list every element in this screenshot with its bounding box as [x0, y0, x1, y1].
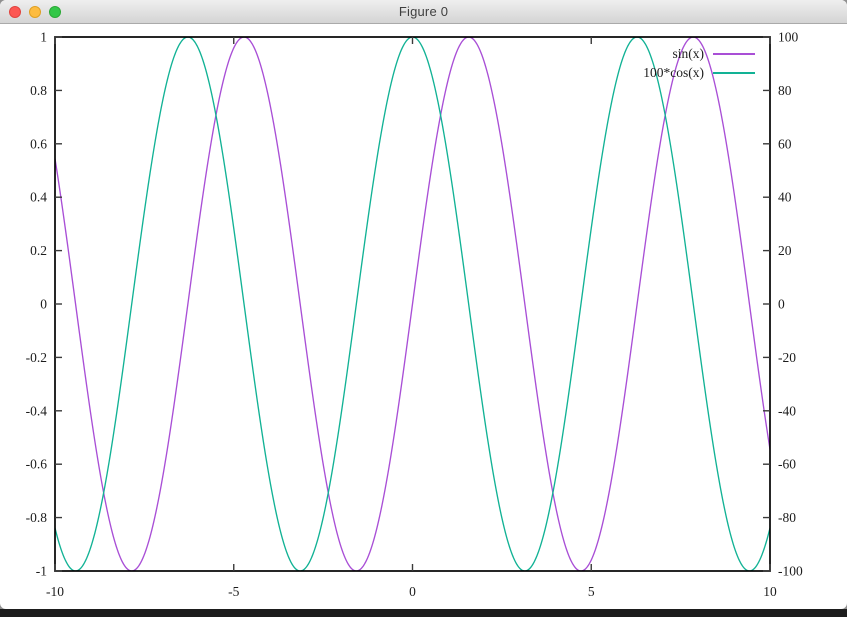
y-left-tick-label: -1 [36, 564, 47, 579]
y-left-tick-label: 0 [40, 297, 47, 312]
legend-label-cos: 100*cos(x) [643, 65, 704, 81]
y-right-tick-label: 40 [778, 190, 792, 205]
x-tick-label: -10 [46, 584, 64, 599]
legend-label-sin: sin(x) [673, 46, 705, 62]
y-left-tick-label: -0.2 [26, 350, 47, 365]
legend-sample-sin-line [713, 53, 755, 55]
window-title: Figure 0 [399, 4, 448, 19]
window-controls [9, 6, 61, 18]
y-right-tick-label: -80 [778, 510, 796, 525]
y-right-tick-label: -40 [778, 403, 796, 418]
legend-sample-cos-line [713, 72, 755, 74]
figure-window: Figure 0 -10-50510-1-0.8-0.6-0.4-0.200.2… [0, 0, 847, 609]
curve-sin [55, 37, 770, 571]
x-tick-label: 0 [409, 584, 416, 599]
y-right-tick-label: -100 [778, 564, 803, 579]
y-left-tick-label: -0.4 [26, 403, 48, 418]
y-left-tick-label: 0.8 [30, 83, 47, 98]
y-right-tick-label: 60 [778, 136, 792, 151]
x-tick-label: 5 [588, 584, 595, 599]
minimize-button[interactable] [29, 6, 41, 18]
x-tick-label: 10 [763, 584, 777, 599]
zoom-button[interactable] [49, 6, 61, 18]
y-left-tick-label: 0.6 [30, 136, 47, 151]
y-right-tick-label: -20 [778, 350, 796, 365]
legend-item-sin: sin(x) [673, 46, 756, 61]
y-left-tick-label: -0.6 [26, 457, 48, 472]
y-right-tick-label: -60 [778, 457, 796, 472]
legend-item-cos: 100*cos(x) [643, 65, 755, 80]
titlebar[interactable]: Figure 0 [0, 0, 847, 24]
close-button[interactable] [9, 6, 21, 18]
y-left-tick-label: -0.8 [26, 510, 48, 525]
y-left-tick-label: 0.4 [30, 190, 47, 205]
y-right-tick-label: 20 [778, 243, 792, 258]
legend: sin(x) 100*cos(x) [643, 46, 755, 80]
y-right-tick-label: 100 [778, 30, 799, 45]
plot-svg: -10-50510-1-0.8-0.6-0.4-0.200.20.40.60.8… [0, 24, 847, 609]
y-right-tick-label: 0 [778, 297, 785, 312]
y-left-tick-label: 1 [40, 30, 47, 45]
background-strip [0, 609, 847, 617]
x-tick-label: -5 [228, 584, 239, 599]
y-left-tick-label: 0.2 [30, 243, 47, 258]
y-right-tick-label: 80 [778, 83, 792, 98]
